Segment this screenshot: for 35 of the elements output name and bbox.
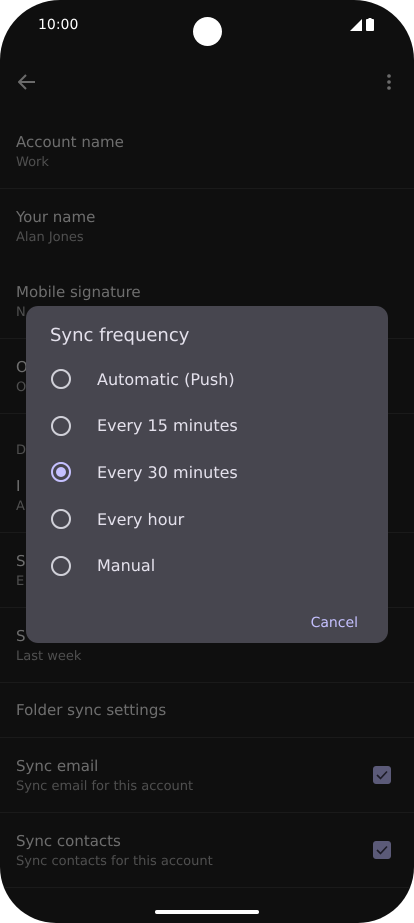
setting-value: O [16,380,28,394]
setting-value: E [16,574,26,588]
setting-title[interactable]: Account name [16,132,124,150]
setting-title[interactable]: Folder sync settings [16,701,166,719]
radio-option[interactable]: Every 15 minutes [50,402,388,450]
dialog-title: Sync frequency [50,325,190,346]
checkbox[interactable] [373,841,391,859]
setting-value: Sync contacts for this account [16,854,213,868]
setting-title[interactable]: Mobile signature [16,282,141,300]
setting-title[interactable]: S [16,552,26,570]
checkbox[interactable] [373,766,391,784]
checkmark-icon [376,770,388,780]
setting-title[interactable]: Sync email [16,756,194,774]
setting-title[interactable]: I [16,476,25,494]
more-options-icon[interactable] [387,74,391,90]
battery-icon [366,18,374,30]
setting-value: Last week [16,648,82,664]
back-arrow-icon[interactable] [18,74,36,90]
checkmark-icon [376,845,388,855]
setting-value: Work [16,154,50,170]
setting-value: A [16,498,25,514]
signal-icon [350,18,362,30]
radio-option[interactable]: Every 30 minutes [50,449,388,496]
radio-option[interactable]: Every hour [50,496,388,542]
setting-value: Sync email for this account [16,778,194,794]
section-header: D [16,443,26,458]
setting-title[interactable]: Your name [16,208,96,226]
setting-value: N [16,304,27,320]
setting-value: Alan Jones [16,230,85,245]
cancel-button[interactable]: Cancel [302,608,366,637]
camera-cutout [193,17,222,46]
radio-option[interactable]: Automatic (Push) [50,356,388,403]
radio-option[interactable]: Manual [50,542,388,589]
status-time: 10:00 [38,17,78,33]
setting-title[interactable]: Sync contacts [16,832,213,850]
